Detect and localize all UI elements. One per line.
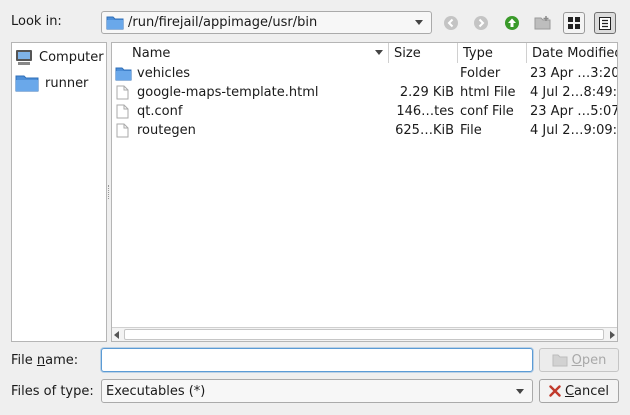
parent-directory-button[interactable] — [501, 12, 523, 34]
file-type: conf File — [460, 104, 514, 119]
column-header-size[interactable]: Size — [389, 43, 458, 63]
file-date: 23 Apr …5:07 — [530, 104, 618, 119]
sidebar-item-runner[interactable]: runner — [12, 71, 106, 95]
icon-view-icon — [568, 17, 580, 29]
file-name-label: File name: — [11, 353, 79, 368]
scroll-left-icon[interactable] — [114, 331, 119, 339]
splitter-handle[interactable] — [108, 185, 110, 199]
back-button[interactable] — [440, 12, 462, 34]
file-size — [389, 64, 454, 83]
file-date: 4 Jul 2…8:49: — [530, 85, 618, 100]
file-date: 23 Apr …3:20 — [530, 66, 618, 81]
file-name: routegen — [137, 123, 196, 138]
chevron-down-icon[interactable] — [516, 388, 524, 394]
chevron-down-icon[interactable] — [415, 20, 423, 25]
column-header-label: Date Modified — [532, 45, 618, 61]
column-header-type[interactable]: Type — [458, 43, 527, 63]
column-header-date-modified[interactable]: Date Modified — [527, 43, 618, 63]
table-row[interactable]: vehicles Folder 23 Apr …3:20 — [112, 64, 617, 83]
file-type: Folder — [460, 66, 501, 81]
column-header-label: Type — [463, 45, 493, 61]
horizontal-scrollbar[interactable] — [112, 327, 617, 341]
sidebar-item-computer[interactable]: Computer — [12, 45, 106, 69]
go-up-icon — [505, 16, 519, 30]
new-folder-icon — [534, 16, 551, 30]
sort-arrow-icon — [375, 50, 383, 55]
file-type: html File — [460, 85, 516, 100]
file-size: 146…tes — [396, 104, 454, 119]
scrollbar-thumb[interactable] — [124, 329, 604, 340]
files-of-type-label: Files of type: — [11, 384, 94, 399]
file-date: 4 Jul 2…9:09: — [530, 123, 618, 138]
folder-icon — [106, 15, 124, 30]
look-in-label: Look in: — [11, 14, 62, 29]
new-folder-button[interactable] — [532, 12, 554, 34]
forward-button[interactable] — [470, 12, 492, 34]
sidebar-item-label: Computer — [39, 49, 104, 65]
table-row[interactable]: qt.conf 146…tes conf File 23 Apr …5:07 — [112, 102, 617, 121]
file-type: File — [460, 123, 482, 138]
file-size: 2.29 KiB — [399, 85, 454, 100]
list-view-button[interactable] — [563, 12, 585, 34]
file-icon — [116, 121, 136, 140]
folder-icon — [115, 64, 135, 83]
look-in-combo[interactable]: /run/firejail/appimage/usr/bin — [101, 11, 432, 34]
open-folder-icon — [552, 354, 568, 367]
column-header-label: Name — [132, 45, 171, 61]
open-button[interactable]: Open — [539, 348, 619, 372]
file-icon — [116, 83, 136, 102]
table-row[interactable]: google-maps-template.html 2.29 KiB html … — [112, 83, 617, 102]
sidebar-item-label: runner — [45, 75, 89, 91]
file-name-input[interactable] — [101, 348, 533, 372]
scroll-right-icon[interactable] — [610, 331, 615, 339]
detail-view-button[interactable] — [594, 12, 616, 34]
column-header-label: Size — [394, 45, 421, 61]
file-name: qt.conf — [137, 104, 183, 119]
files-of-type-value: Executables (*) — [106, 383, 206, 399]
forward-icon — [474, 16, 488, 30]
table-row[interactable]: routegen 625…KiB File 4 Jul 2…9:09: — [112, 121, 617, 140]
file-name: google-maps-template.html — [137, 85, 319, 100]
sidebar: Computer runner — [11, 42, 107, 342]
detail-view-icon — [599, 16, 611, 30]
cancel-icon — [549, 385, 561, 397]
file-name-value — [102, 349, 532, 355]
file-size: 625…KiB — [395, 123, 454, 138]
computer-icon — [15, 49, 33, 66]
file-list: Name Size Type Date Modified vehicles Fo… — [111, 42, 618, 342]
column-header-name[interactable]: Name — [112, 43, 389, 63]
back-icon — [444, 16, 458, 30]
cancel-button[interactable]: Cancel — [539, 379, 619, 403]
folder-icon — [15, 74, 39, 92]
files-of-type-combo[interactable]: Executables (*) — [101, 379, 533, 403]
look-in-path: /run/firejail/appimage/usr/bin — [128, 15, 318, 30]
file-name: vehicles — [137, 66, 191, 81]
file-icon — [116, 102, 136, 121]
